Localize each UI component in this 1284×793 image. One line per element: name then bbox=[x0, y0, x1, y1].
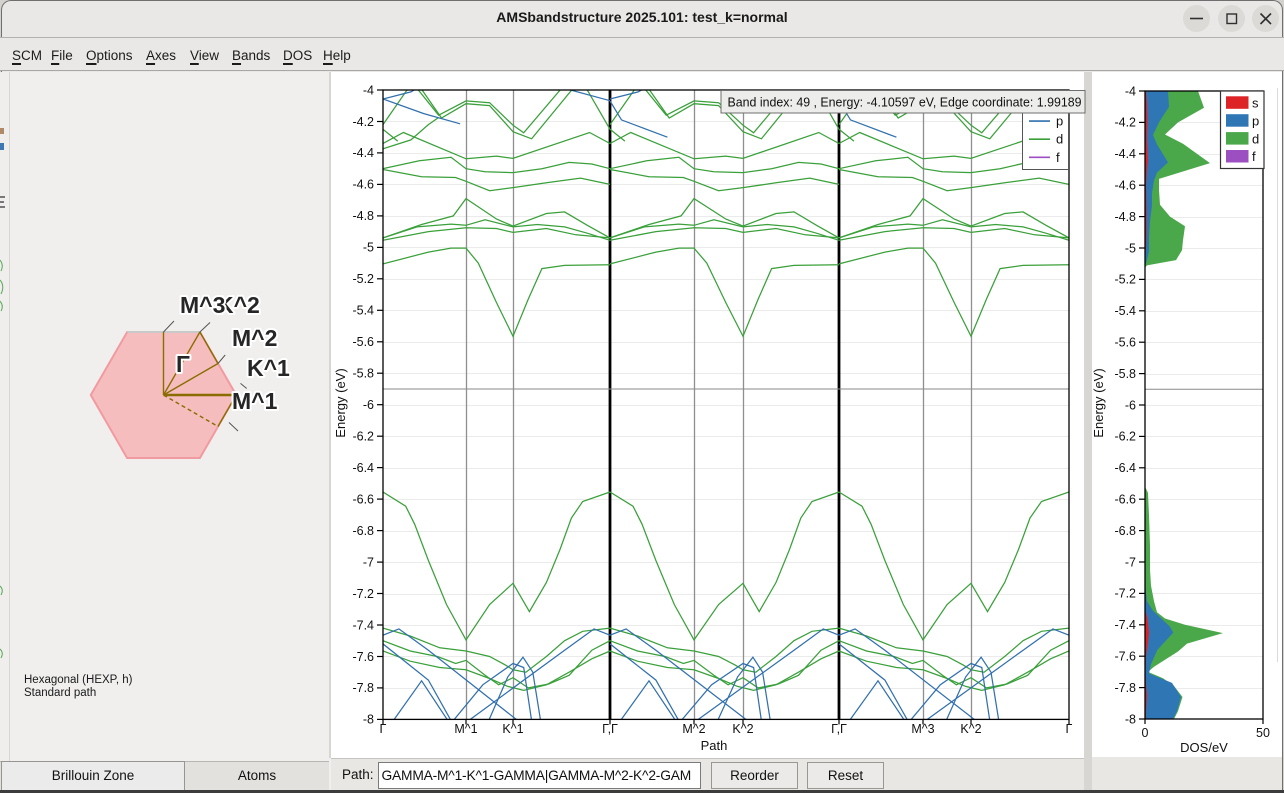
svg-text:-7.6: -7.6 bbox=[1114, 650, 1136, 664]
svg-text:d: d bbox=[1252, 131, 1259, 146]
svg-text:Energy (eV): Energy (eV) bbox=[1091, 368, 1106, 437]
svg-text:p: p bbox=[1056, 114, 1063, 129]
svg-text:Γ: Γ bbox=[380, 722, 387, 736]
svg-text:-6.8: -6.8 bbox=[352, 524, 374, 538]
svg-text:-6.8: -6.8 bbox=[1114, 524, 1136, 538]
svg-text:50: 50 bbox=[1256, 726, 1270, 740]
svg-text:-5.6: -5.6 bbox=[352, 335, 374, 349]
svg-text:-7.8: -7.8 bbox=[1114, 681, 1136, 695]
svg-text:Path: Path bbox=[701, 738, 728, 753]
svg-text:-5: -5 bbox=[363, 241, 374, 255]
svg-text:-4.6: -4.6 bbox=[1114, 179, 1136, 193]
svg-text:-8: -8 bbox=[363, 713, 374, 727]
svg-text:-6.4: -6.4 bbox=[352, 461, 374, 475]
svg-text:-6.2: -6.2 bbox=[352, 430, 374, 444]
svg-text:K^2: K^2 bbox=[960, 722, 981, 736]
svg-text:-7.4: -7.4 bbox=[1114, 618, 1136, 632]
svg-text:M^1: M^1 bbox=[232, 388, 278, 414]
svg-text:M^1: M^1 bbox=[454, 722, 477, 736]
svg-text:-4: -4 bbox=[363, 83, 374, 97]
svg-text:M^3: M^3 bbox=[180, 292, 225, 318]
svg-text:s: s bbox=[1252, 96, 1259, 111]
svg-text:-5.8: -5.8 bbox=[352, 367, 374, 381]
svg-text:M^2: M^2 bbox=[232, 325, 277, 351]
svg-text:-7.2: -7.2 bbox=[1114, 587, 1136, 601]
svg-text:K^1: K^1 bbox=[247, 355, 290, 381]
svg-text:-5.2: -5.2 bbox=[352, 272, 374, 286]
svg-text:M^3: M^3 bbox=[911, 722, 934, 736]
svg-text:p: p bbox=[1252, 113, 1259, 128]
svg-text:-4.8: -4.8 bbox=[1114, 210, 1136, 224]
svg-text:d: d bbox=[1056, 132, 1063, 147]
svg-text:-4: -4 bbox=[1125, 84, 1136, 98]
svg-text:K^2: K^2 bbox=[732, 722, 753, 736]
svg-text:-6.6: -6.6 bbox=[352, 492, 374, 506]
svg-text:-7: -7 bbox=[1125, 555, 1136, 569]
svg-text:-4.2: -4.2 bbox=[352, 115, 374, 129]
svg-text:-4.8: -4.8 bbox=[352, 209, 374, 223]
svg-text:-4.4: -4.4 bbox=[352, 146, 374, 160]
svg-text:-5.2: -5.2 bbox=[1114, 273, 1136, 287]
svg-text:Γ,Γ: Γ,Γ bbox=[602, 722, 618, 736]
svg-text:-7: -7 bbox=[363, 555, 374, 569]
svg-text:-6.4: -6.4 bbox=[1114, 461, 1136, 475]
svg-text:-7.4: -7.4 bbox=[352, 618, 374, 632]
svg-text:-5: -5 bbox=[1125, 241, 1136, 255]
svg-text:M^2: M^2 bbox=[682, 722, 705, 736]
svg-text:-5.4: -5.4 bbox=[1114, 304, 1136, 318]
svg-text:f: f bbox=[1252, 149, 1256, 164]
svg-text:Γ: Γ bbox=[1066, 722, 1073, 736]
svg-text:-7.2: -7.2 bbox=[352, 587, 374, 601]
svg-text:DOS/eV: DOS/eV bbox=[1180, 740, 1228, 755]
svg-text:Energy (eV): Energy (eV) bbox=[333, 368, 348, 437]
svg-text:Γ,Γ: Γ,Γ bbox=[831, 722, 847, 736]
svg-text:Band index: 49 , Energy: -4.10: Band index: 49 , Energy: -4.10597 eV, Ed… bbox=[728, 95, 1082, 110]
svg-text:-4.2: -4.2 bbox=[1114, 116, 1136, 130]
svg-text:-7.6: -7.6 bbox=[352, 650, 374, 664]
svg-text:-5.6: -5.6 bbox=[1114, 336, 1136, 350]
svg-text:-4.4: -4.4 bbox=[1114, 147, 1136, 161]
svg-text:-5.4: -5.4 bbox=[352, 304, 374, 318]
svg-text:-6.2: -6.2 bbox=[1114, 430, 1136, 444]
svg-text:-6.6: -6.6 bbox=[1114, 493, 1136, 507]
svg-text:-6: -6 bbox=[1125, 398, 1136, 412]
svg-text:0: 0 bbox=[1142, 726, 1149, 740]
svg-text:-7.8: -7.8 bbox=[352, 681, 374, 695]
svg-text:-8: -8 bbox=[1125, 712, 1136, 726]
svg-text:-5.8: -5.8 bbox=[1114, 367, 1136, 381]
svg-text:Γ: Γ bbox=[176, 351, 190, 377]
svg-text:-4.6: -4.6 bbox=[352, 178, 374, 192]
svg-text:-6: -6 bbox=[363, 398, 374, 412]
svg-text:K^1: K^1 bbox=[502, 722, 523, 736]
svg-text:f: f bbox=[1056, 150, 1060, 165]
